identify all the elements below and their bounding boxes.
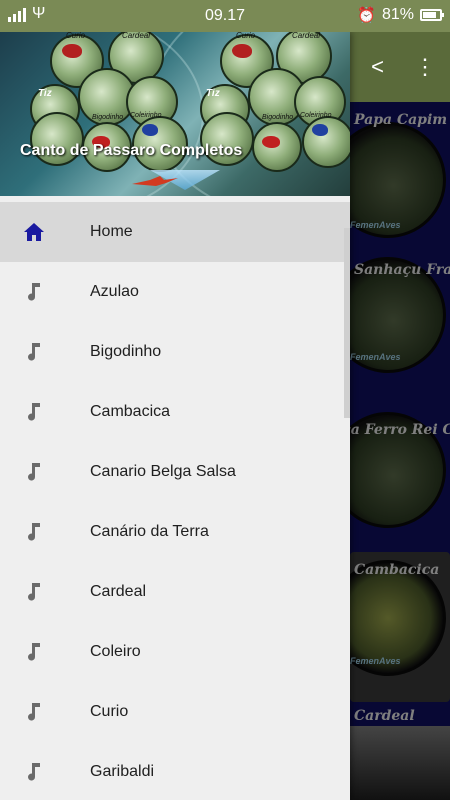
- bubble-label: Coleirinho: [130, 112, 162, 119]
- drawer-header: Curio Cardeal Tiz Bigodinho Coleirinho C…: [0, 32, 350, 196]
- drawer-menu: Home Azulao Bigodinho Cambacica Canario …: [0, 202, 350, 800]
- bird-bubble: [252, 122, 302, 172]
- music-note-icon: [28, 703, 40, 721]
- menu-item-home[interactable]: Home: [0, 202, 350, 262]
- menu-item-canario-belga-salsa[interactable]: Canario Belga Salsa: [0, 442, 350, 502]
- bubble-label: Curio: [66, 32, 86, 40]
- menu-item-canario-da-terra[interactable]: Canário da Terra: [0, 502, 350, 562]
- more-vert-icon[interactable]: ⋮: [414, 54, 436, 80]
- music-note-icon: [28, 463, 40, 481]
- battery-fill: [423, 12, 436, 18]
- hummingbird-logo: [132, 176, 178, 186]
- bird-image: [232, 44, 252, 58]
- menu-item-coleiro[interactable]: Coleiro: [0, 622, 350, 682]
- menu-item-label: Bigodinho: [90, 343, 162, 360]
- alarm-icon: ⏰: [357, 7, 376, 24]
- menu-item-label: Garibaldi: [90, 763, 155, 780]
- bubble-label: Bigodinho: [262, 114, 294, 121]
- status-bar: Ψ 09.17 ⏰ 81%: [0, 0, 450, 32]
- toolbar-actions: < ⋮: [371, 54, 436, 80]
- drawer-scrim[interactable]: [350, 102, 450, 800]
- menu-item-cambacica[interactable]: Cambacica: [0, 382, 350, 442]
- bubble-label: Curio: [236, 32, 256, 40]
- menu-item-label: Azulao: [90, 283, 139, 300]
- music-note-icon: [28, 523, 40, 541]
- menu-item-label: Canario Belga Salsa: [90, 463, 236, 480]
- navigation-drawer: Curio Cardeal Tiz Bigodinho Coleirinho C…: [0, 32, 350, 800]
- menu-item-label: Curio: [90, 703, 129, 720]
- menu-item-cardeal[interactable]: Cardeal: [0, 562, 350, 622]
- menu-item-label: Cambacica: [90, 403, 171, 420]
- drawer-header-title: Canto de Passaro Completos: [20, 142, 243, 159]
- bird-image: [142, 124, 158, 136]
- bird-bubble: [302, 116, 350, 168]
- share-icon[interactable]: <: [371, 54, 384, 80]
- menu-item-label: Canário da Terra: [90, 523, 209, 540]
- menu-item-garibaldi[interactable]: Garibaldi: [0, 742, 350, 800]
- drawer-scrollbar[interactable]: [344, 228, 350, 418]
- bubble-label: Tiz: [206, 88, 220, 99]
- bottom-fade: [350, 726, 450, 800]
- music-note-icon: [28, 283, 40, 301]
- menu-item-label: Home: [90, 223, 133, 240]
- home-icon: [24, 223, 44, 241]
- music-note-icon: [28, 343, 40, 361]
- bird-image: [62, 44, 82, 58]
- battery-percent: 81%: [381, 6, 414, 23]
- bird-image: [312, 124, 328, 136]
- bird-image: [262, 136, 280, 148]
- menu-item-label: Cardeal: [90, 583, 147, 600]
- music-note-icon: [28, 643, 40, 661]
- status-right: ⏰ 81%: [357, 6, 444, 24]
- music-note-icon: [28, 403, 40, 421]
- menu-item-label: Coleiro: [90, 643, 141, 660]
- bubble-label: Cardeal: [122, 32, 151, 40]
- bubble-label: Tiz: [38, 88, 52, 99]
- battery-icon: [420, 9, 444, 21]
- menu-item-azulao[interactable]: Azulao: [0, 262, 350, 322]
- music-note-icon: [28, 583, 40, 601]
- bubble-label: Coleirinho: [300, 112, 332, 119]
- bubble-label: Cardeal: [292, 32, 321, 40]
- menu-item-bigodinho[interactable]: Bigodinho: [0, 322, 350, 382]
- music-note-icon: [28, 763, 40, 781]
- menu-item-curio[interactable]: Curio: [0, 682, 350, 742]
- bubble-label: Bigodinho: [92, 114, 124, 121]
